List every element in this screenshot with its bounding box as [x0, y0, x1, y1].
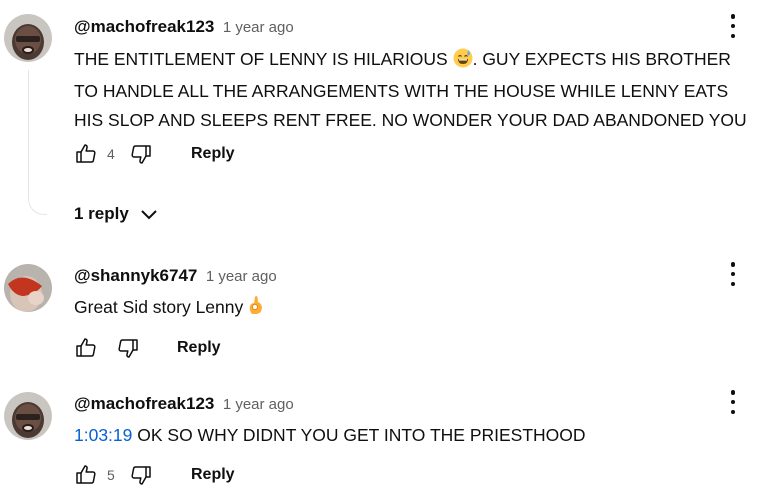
- grinning-sweat-emoji: [453, 48, 473, 77]
- like-count: 4: [107, 146, 115, 162]
- author-handle[interactable]: @shannyk6747: [74, 266, 197, 285]
- comment-actions: 4 Reply: [74, 142, 235, 166]
- thumbs-up-icon[interactable]: [74, 463, 98, 487]
- thumbs-down-icon[interactable]: [116, 336, 140, 360]
- author-handle[interactable]: @machofreak123: [74, 17, 214, 36]
- comment-text: THE ENTITLEMENT OF LENNY IS HILARIOUS . …: [74, 45, 754, 135]
- reply-button[interactable]: Reply: [191, 466, 235, 484]
- thumbs-down-icon[interactable]: [129, 463, 153, 487]
- replies-toggle-button[interactable]: 1 reply: [74, 204, 159, 224]
- comment-text-part: THE ENTITLEMENT OF LENNY IS HILARIOUS: [74, 49, 453, 69]
- more-vert-icon: [730, 390, 736, 395]
- comment-time[interactable]: 1 year ago: [223, 396, 294, 413]
- comment-actions: Reply: [74, 336, 221, 360]
- more-vert-icon: [730, 262, 736, 267]
- avatar[interactable]: [4, 392, 52, 440]
- comment-text-part: OK SO WHY DIDNT YOU GET INTO THE PRIESTH…: [132, 425, 586, 445]
- reply-button[interactable]: Reply: [191, 145, 235, 163]
- reply-button[interactable]: Reply: [177, 339, 221, 357]
- thumbs-up-icon[interactable]: [74, 142, 98, 166]
- replies-count-label: 1 reply: [74, 204, 129, 223]
- chevron-down-icon: [139, 204, 159, 224]
- video-timestamp-link[interactable]: 1:03:19: [74, 425, 132, 445]
- thread-connector-line: [28, 70, 47, 215]
- comment-text: Great Sid story Lenny: [74, 293, 754, 325]
- author-handle[interactable]: @machofreak123: [74, 394, 214, 413]
- comment-text-part: Great Sid story Lenny: [74, 297, 249, 317]
- like-count: 5: [107, 467, 115, 483]
- more-vert-icon: [730, 14, 736, 19]
- thumbs-down-icon[interactable]: [129, 142, 153, 166]
- avatar[interactable]: [4, 14, 52, 62]
- ok-hand-emoji: [248, 294, 264, 325]
- comment-header: @machofreak123 1 year ago: [74, 394, 294, 414]
- comment-menu-button[interactable]: [726, 390, 740, 414]
- comment-time[interactable]: 1 year ago: [206, 268, 277, 285]
- comment-menu-button[interactable]: [726, 14, 740, 38]
- thumbs-up-icon[interactable]: [74, 336, 98, 360]
- comment-menu-button[interactable]: [726, 262, 740, 286]
- comment-header: @shannyk6747 1 year ago: [74, 266, 277, 286]
- comment-header: @machofreak123 1 year ago: [74, 17, 294, 37]
- comment-time[interactable]: 1 year ago: [223, 19, 294, 36]
- comment-text: 1:03:19 OK SO WHY DIDNT YOU GET INTO THE…: [74, 421, 754, 450]
- comment-actions: 5 Reply: [74, 463, 235, 487]
- avatar[interactable]: [4, 264, 52, 312]
